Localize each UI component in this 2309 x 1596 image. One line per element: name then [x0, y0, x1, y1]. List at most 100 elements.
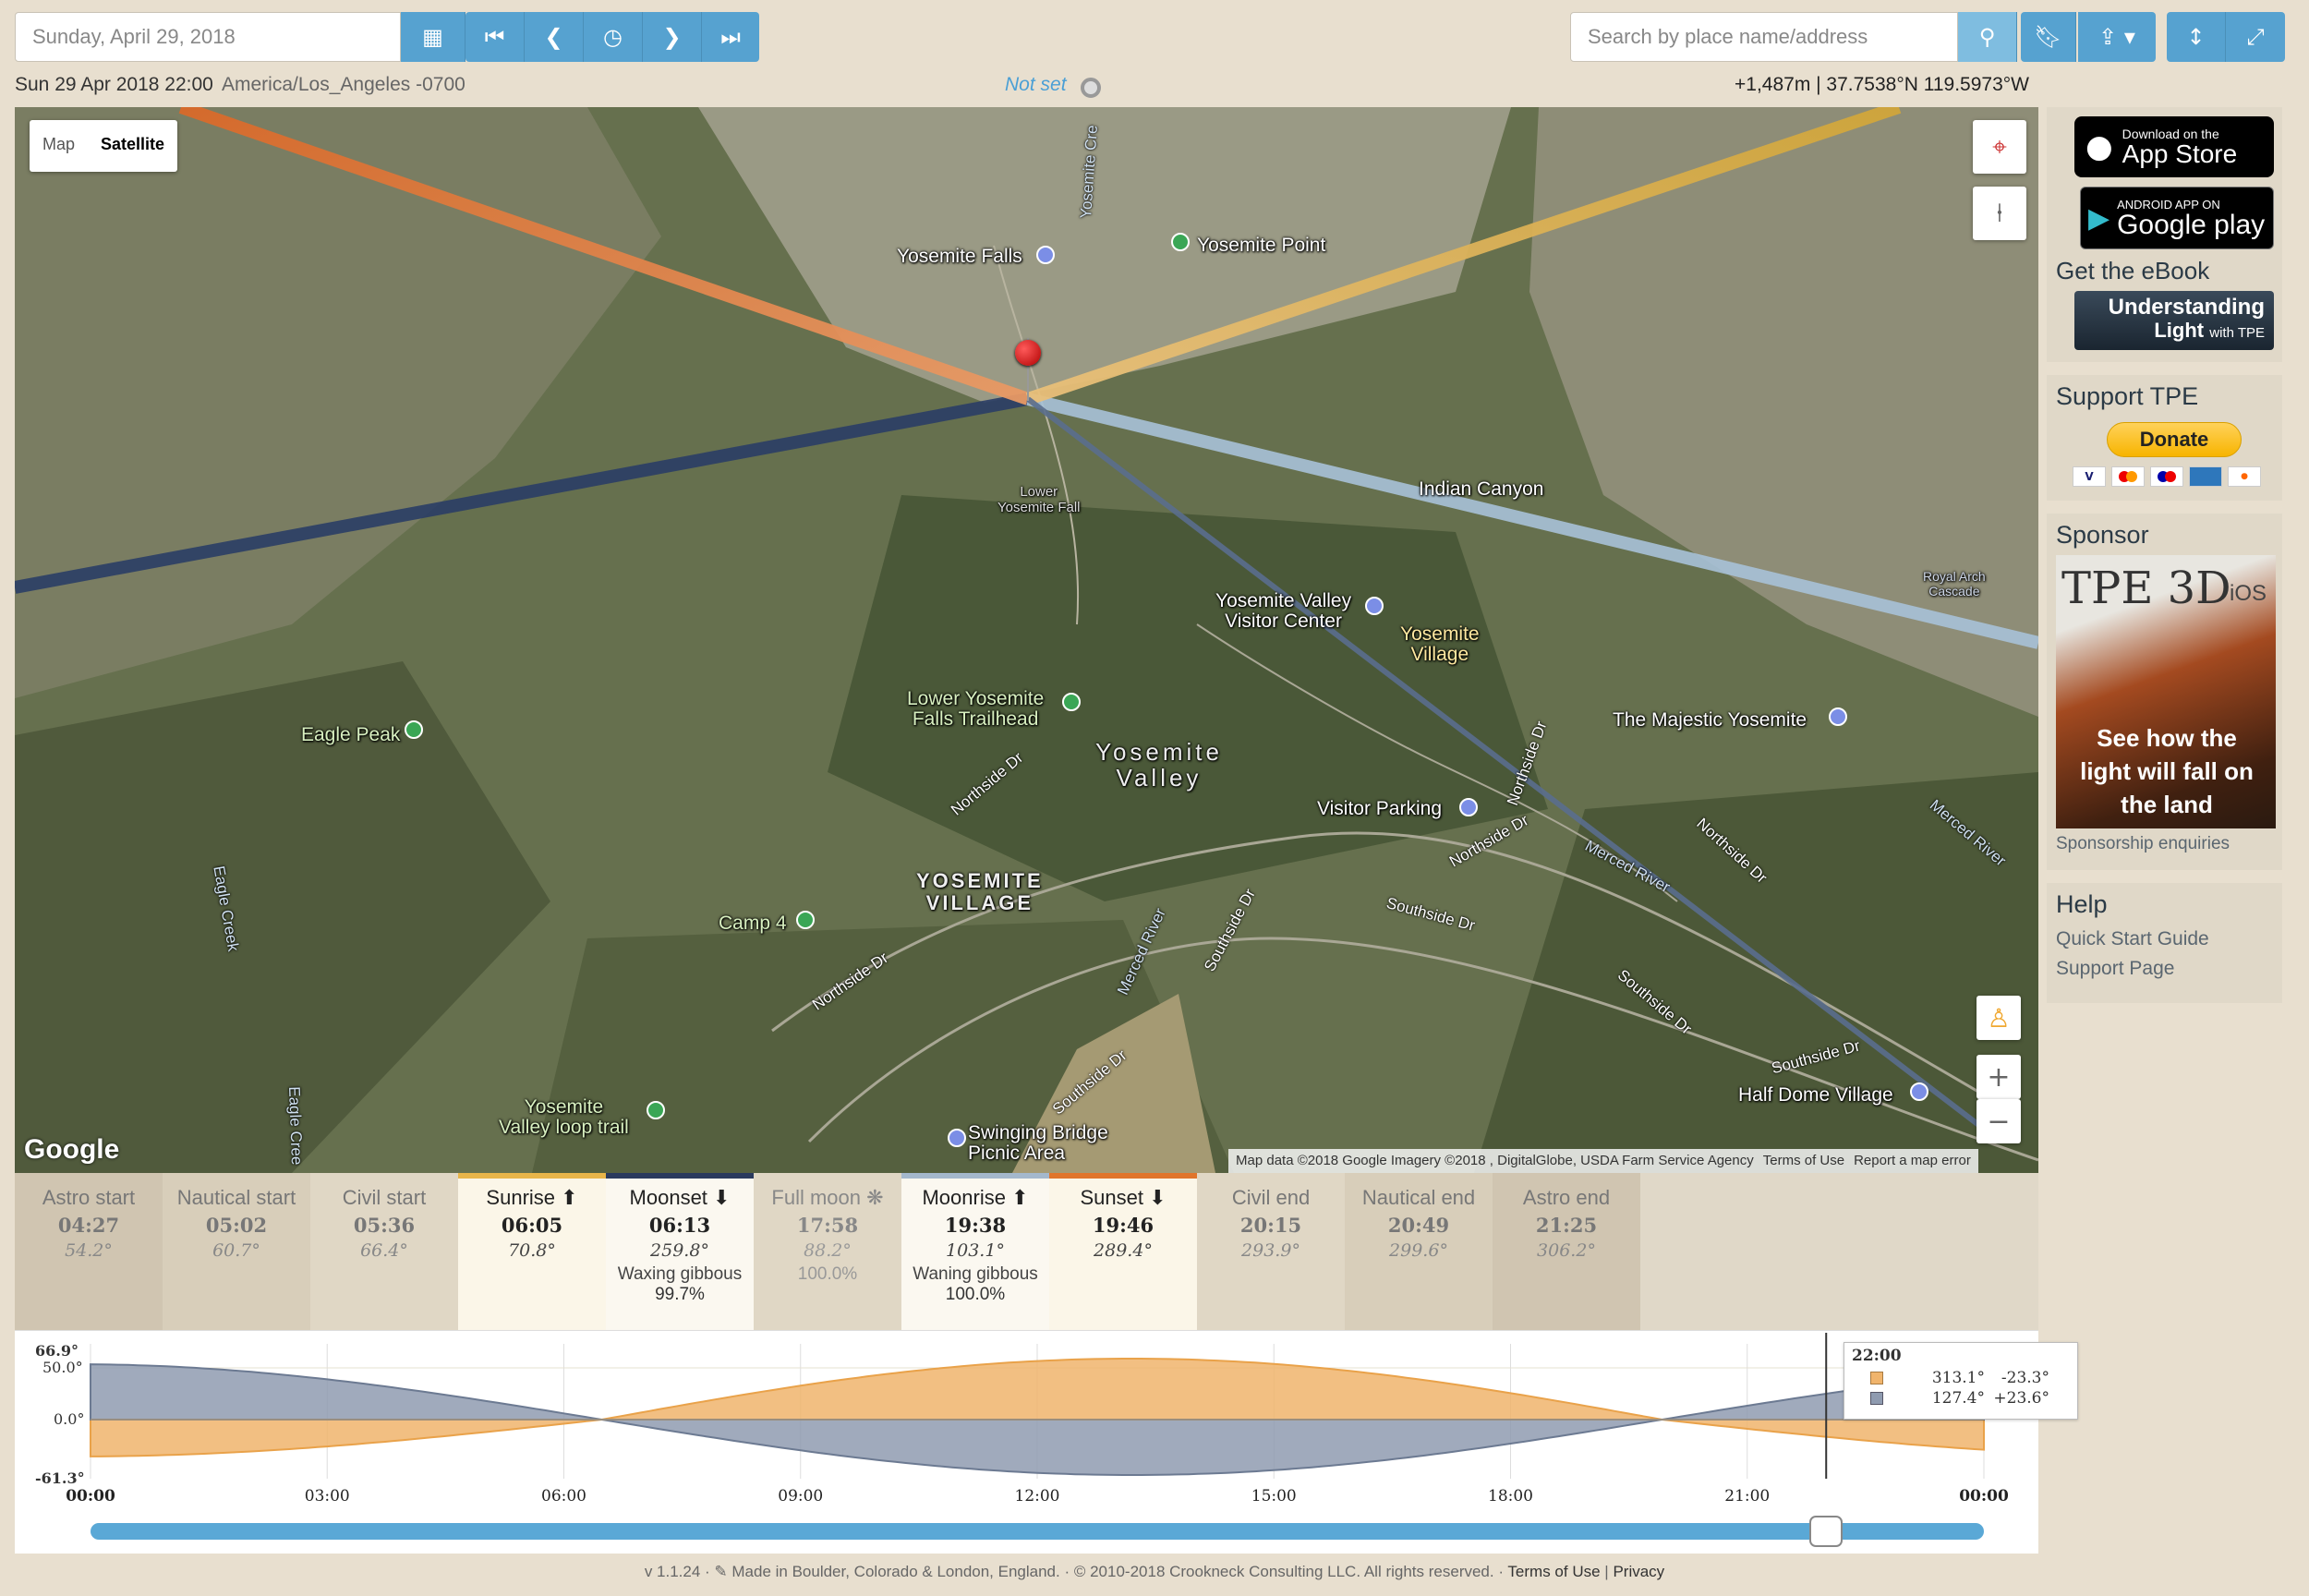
ebook-banner[interactable]: Understanding Light with TPE — [2074, 291, 2274, 350]
bookmark-button[interactable]: 🔖︎ — [2021, 12, 2076, 62]
street-view-button[interactable]: ♙ — [1977, 996, 2021, 1040]
event-nautical-start[interactable]: Nautical start 05:02 60.7° — [163, 1173, 310, 1330]
label-royal-arch: Royal Arch Cascade — [1923, 569, 1986, 598]
event-angle: 259.8° — [650, 1240, 709, 1261]
x-tick-label: 18:00 — [1488, 1487, 1533, 1505]
campground-icon[interactable] — [796, 911, 815, 929]
calendar-button[interactable]: ▦ — [401, 12, 465, 62]
label-yosemite-point: Yosemite Point — [1197, 235, 1326, 256]
pin-drop-button[interactable]: ⍿ — [1973, 187, 2026, 240]
zoom-in-button[interactable]: + — [1977, 1055, 2021, 1099]
report-link[interactable]: Report a map error — [1854, 1153, 1971, 1169]
terms-link[interactable]: Terms of Use — [1763, 1153, 1844, 1169]
chevron-left-icon: ❮ — [544, 24, 563, 50]
event-name: Moonset ⬇ — [629, 1186, 731, 1209]
event-time: 19:38 — [944, 1214, 1007, 1237]
x-tick-label: 00:00 — [66, 1487, 115, 1505]
event-nautical-end[interactable]: Nautical end 20:49 299.6° — [1345, 1173, 1493, 1330]
tooltip-moon-row: 127.4° +23.6° — [1852, 1389, 2070, 1408]
hotel-icon[interactable] — [1829, 707, 1847, 726]
app-store-big: App Store — [2122, 139, 2238, 168]
support-panel: Support TPE Donate V ● — [2047, 375, 2282, 501]
mountain-icon[interactable] — [405, 720, 423, 739]
label-eagle-peak: Eagle Peak — [301, 724, 401, 745]
event-time: 21:25 — [1535, 1214, 1598, 1237]
event-civil-end[interactable]: Civil end 20:15 293.9° — [1197, 1173, 1345, 1330]
footer-terms-link[interactable]: Terms of Use — [1507, 1563, 1600, 1580]
vertical-resize-button[interactable]: ↕ — [2167, 12, 2226, 62]
fullscreen-button[interactable]: ⤢ — [2226, 12, 2285, 62]
elevation-chart[interactable]: 00:00 03:00 06:00 09:00 12:00 15:00 18:00 21:00… — [15, 1330, 2078, 1554]
map-type-map[interactable]: Map — [30, 120, 88, 172]
event-time: 17:58 — [796, 1214, 859, 1237]
mountain-icon[interactable] — [1171, 233, 1190, 251]
event-sunrise[interactable]: Sunrise ⬆ 06:05 70.8° — [458, 1173, 606, 1330]
event-civil-start[interactable]: Civil start 05:36 66.4° — [310, 1173, 458, 1330]
event-moonset[interactable]: Moonset ⬇ 06:13 259.8° Waxing gibbous 99… — [606, 1173, 754, 1330]
event-sunset[interactable]: Sunset ⬇ 19:46 289.4° — [1049, 1173, 1197, 1330]
label-visitor-parking: Visitor Parking — [1317, 798, 1443, 819]
camera-icon[interactable] — [1365, 597, 1384, 615]
date-input[interactable]: Sunday, April 29, 2018 — [15, 12, 401, 62]
next-button[interactable]: ❯ — [643, 12, 702, 62]
sun-altitude: -23.3° — [2001, 1369, 2049, 1387]
event-full-moon[interactable]: Full moon ❋ 17:58 88.2° 100.0% — [754, 1173, 901, 1330]
picnic-icon[interactable] — [948, 1129, 966, 1147]
last-button[interactable]: ⏭ — [702, 12, 759, 62]
visa-icon: V — [2073, 466, 2106, 487]
location-pin-icon[interactable] — [1015, 340, 1041, 366]
first-button[interactable]: ⏮ — [465, 12, 525, 62]
quick-start-link[interactable]: Quick Start Guide — [2056, 928, 2273, 950]
event-angle: 66.4° — [360, 1240, 408, 1261]
moon-illumination: 100.0% — [797, 1264, 858, 1284]
event-angle: 299.6° — [1389, 1240, 1448, 1261]
time-slider-handle[interactable] — [1809, 1516, 1844, 1547]
footer-privacy-link[interactable]: Privacy — [1613, 1563, 1664, 1580]
share-button[interactable]: ⇪ ▾ — [2078, 12, 2156, 62]
search-icon: ⚲ — [1978, 24, 1996, 50]
parking-icon[interactable] — [1459, 798, 1478, 816]
event-name: Astro end — [1522, 1186, 1611, 1209]
moonrise-bar — [901, 1173, 1049, 1179]
event-angle: 60.7° — [212, 1240, 260, 1261]
datetime-label: Sun 29 Apr 2018 22:00 — [15, 74, 213, 95]
label-loop-trail: Yosemite Valley loop trail — [499, 1096, 629, 1138]
hiker-icon[interactable] — [1062, 693, 1081, 711]
map-type-satellite[interactable]: Satellite — [88, 120, 177, 172]
time-slider-track[interactable] — [91, 1523, 1984, 1540]
map-area[interactable]: Map Satellite ⌖ ⍿ ♙ + − Yosemite Falls Y… — [15, 107, 2038, 1173]
ad-ios: iOS — [2230, 581, 2267, 606]
support-page-link[interactable]: Support Page — [2056, 958, 2273, 980]
calendar-icon: ▦ — [422, 24, 443, 50]
event-name: Full moon ❋ — [771, 1186, 884, 1209]
google-play-big: Google play — [2117, 209, 2266, 240]
moon-illumination: 99.7% — [655, 1285, 705, 1304]
moon-phase: Waxing gibbous — [617, 1264, 743, 1284]
prev-button[interactable]: ❮ — [525, 12, 584, 62]
event-astro-start[interactable]: Astro start 04:27 54.2° — [15, 1173, 163, 1330]
poi-icon[interactable] — [1036, 246, 1055, 264]
event-time: 05:36 — [353, 1214, 416, 1237]
google-play-badge[interactable]: ▶ ANDROID APP ON Google play — [2080, 187, 2274, 249]
not-set-link[interactable]: Not set — [1005, 74, 1067, 96]
label-trailhead: Lower Yosemite Falls Trailhead — [907, 688, 1045, 730]
hotel-icon[interactable] — [1910, 1082, 1928, 1101]
search-button[interactable]: ⚲ — [1958, 12, 2017, 62]
sponsor-ad[interactable]: TPE 3D iOS See how the light will fall o… — [2056, 555, 2276, 828]
event-time: 06:05 — [501, 1214, 563, 1237]
zoom-out-button[interactable]: − — [1977, 1099, 2021, 1143]
now-button[interactable]: ◷ — [584, 12, 643, 62]
event-astro-end[interactable]: Astro end 21:25 306.2° — [1493, 1173, 1640, 1330]
moon-azimuth: 127.4° — [1931, 1389, 1985, 1408]
hiker-icon[interactable] — [647, 1101, 665, 1119]
play-icon: ▶ — [2088, 201, 2110, 235]
moon-altitude: +23.6° — [1993, 1389, 2049, 1408]
ebook-line1: Understanding — [2108, 295, 2265, 320]
event-moonrise[interactable]: Moonrise ⬆ 19:38 103.1° Waning gibbous 1… — [901, 1173, 1049, 1330]
sponsorship-link[interactable]: Sponsorship enquiries — [2056, 834, 2273, 854]
locate-button[interactable]: ⌖ — [1973, 120, 2026, 174]
app-store-badge[interactable]: ● Download on the App Store — [2074, 116, 2274, 177]
donate-button[interactable]: Donate — [2107, 422, 2242, 457]
search-input[interactable]: Search by place name/address — [1570, 12, 1958, 62]
apple-icon: ● — [2085, 128, 2113, 165]
